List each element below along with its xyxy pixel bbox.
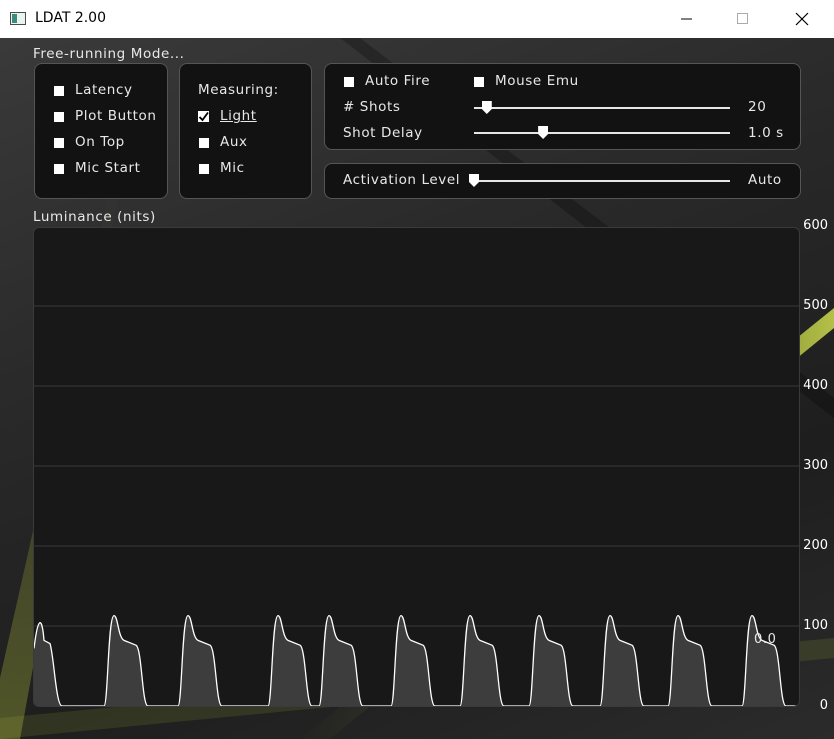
mic-start-checkbox[interactable] <box>54 164 64 174</box>
shots-slider-thumb[interactable] <box>481 101 492 114</box>
shot-delay-slider-track[interactable] <box>474 132 730 134</box>
light-checkbox[interactable] <box>198 111 209 122</box>
mouse-emu-checkbox[interactable] <box>474 77 484 87</box>
luminance-area <box>34 615 799 706</box>
y-tick-label: 100 <box>803 618 828 633</box>
auto-fire-checkbox[interactable] <box>344 77 354 87</box>
y-tick-label: 300 <box>803 458 828 473</box>
aux-label[interactable]: Aux <box>220 134 248 150</box>
shot-delay-value: 1.0 s <box>748 125 784 141</box>
options-panel: Latency Plot Button On Top Mic Start <box>34 63 168 199</box>
close-icon <box>795 12 809 26</box>
light-label[interactable]: Light <box>220 108 257 124</box>
measuring-panel: Measuring: Light Aux Mic <box>179 63 312 199</box>
y-tick-label: 600 <box>803 218 828 233</box>
measuring-heading: Measuring: <box>198 82 279 98</box>
window-title: LDAT 2.00 <box>35 10 106 26</box>
aux-checkbox[interactable] <box>199 138 209 148</box>
activation-panel: Activation Level Auto <box>324 163 801 199</box>
mode-label[interactable]: Free-running Mode... <box>33 46 185 62</box>
minimize-icon <box>681 18 692 20</box>
cursor-readout: 0.0 <box>754 632 777 647</box>
latency-checkbox[interactable] <box>54 86 64 96</box>
minimize-button[interactable] <box>664 0 710 38</box>
latency-label[interactable]: Latency <box>75 82 133 98</box>
luminance-plot-svg <box>34 305 799 706</box>
maximize-button[interactable] <box>720 0 766 38</box>
y-tick-label: 500 <box>803 298 828 313</box>
plot-button-label[interactable]: Plot Button <box>75 108 157 124</box>
activation-level-value: Auto <box>748 172 782 188</box>
chart-title: Luminance (nits) <box>33 209 156 225</box>
mic-label[interactable]: Mic <box>220 160 245 176</box>
mouse-emu-label[interactable]: Mouse Emu <box>495 73 579 89</box>
activation-slider-thumb[interactable] <box>469 174 479 187</box>
title-bar: LDAT 2.00 <box>0 0 834 39</box>
app-icon <box>10 12 26 25</box>
close-button[interactable] <box>779 0 825 38</box>
on-top-checkbox[interactable] <box>54 138 64 148</box>
mic-start-label[interactable]: Mic Start <box>75 160 141 176</box>
y-tick-label: 200 <box>803 538 828 553</box>
maximize-icon <box>737 13 748 24</box>
fire-controls-panel: Auto Fire Mouse Emu # Shots 20 Shot Dela… <box>324 63 801 150</box>
checkmark-icon <box>198 111 209 122</box>
shots-label: # Shots <box>343 99 401 115</box>
activation-slider-track[interactable] <box>474 180 730 182</box>
on-top-label[interactable]: On Top <box>75 134 125 150</box>
luminance-plot[interactable]: 0.0 <box>33 227 800 707</box>
activation-level-label: Activation Level <box>343 172 461 188</box>
shot-delay-label: Shot Delay <box>343 125 423 141</box>
shots-value: 20 <box>748 99 767 115</box>
plot-button-checkbox[interactable] <box>54 112 64 122</box>
y-tick-label: 0 <box>819 698 828 713</box>
shot-delay-slider-thumb[interactable] <box>538 126 549 139</box>
mic-checkbox[interactable] <box>199 164 209 174</box>
shots-slider-track[interactable] <box>474 107 730 109</box>
auto-fire-label[interactable]: Auto Fire <box>365 73 430 89</box>
y-tick-label: 400 <box>803 378 828 393</box>
